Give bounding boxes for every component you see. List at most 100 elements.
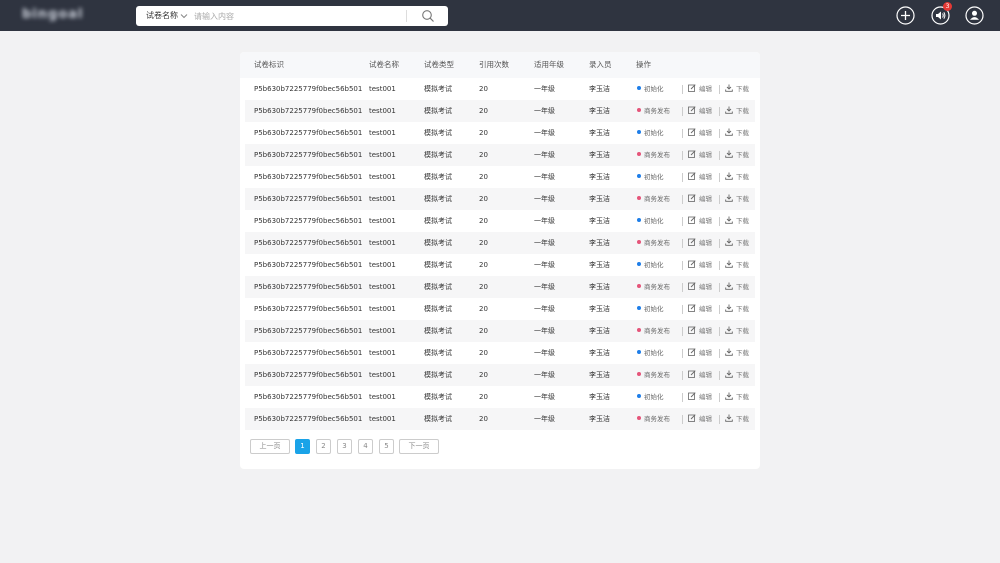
next-page-button[interactable]: 下一页 [399,439,439,454]
cell-exam-id: P5b630b7225779f0bec56b501 [254,217,363,225]
status-dot [637,284,641,288]
download-button[interactable]: 下载 [725,166,749,188]
action-divider [719,85,720,94]
edit-button[interactable]: 编辑 [688,364,712,386]
top-bar: bingoal 试卷名称 3 [0,0,1000,31]
edit-button[interactable]: 编辑 [688,276,712,298]
edit-button[interactable]: 编辑 [688,188,712,210]
edit-button[interactable]: 编辑 [688,78,712,100]
status-label: 初始化 [644,305,664,313]
add-button[interactable] [896,6,915,25]
action-divider [719,261,720,270]
status-badge: 初始化 [637,122,664,144]
status-dot [637,218,641,222]
download-icon [725,194,733,202]
download-button[interactable]: 下载 [725,254,749,276]
download-icon [725,260,733,268]
download-button[interactable]: 下载 [725,408,749,430]
status-dot [637,196,641,200]
table-row: P5b630b7225779f0bec56b501 test001 模拟考试 20 一年… [245,320,755,342]
download-icon [725,304,733,312]
action-divider [682,107,683,116]
action-divider [682,393,683,402]
page-button-1[interactable]: 1 [295,439,310,454]
download-button[interactable]: 下载 [725,122,749,144]
status-label: 商务发布 [644,239,670,247]
status-badge: 商务发布 [637,364,670,386]
cell-grade: 一年级 [534,85,555,93]
action-divider [719,349,720,358]
edit-button[interactable]: 编辑 [688,386,712,408]
action-divider [719,327,720,336]
action-divider [682,283,683,292]
download-icon [725,84,733,92]
action-divider [719,283,720,292]
download-button[interactable]: 下载 [725,386,749,408]
edit-icon [688,282,696,290]
download-icon [725,150,733,158]
download-button[interactable]: 下载 [725,298,749,320]
page-button-4[interactable]: 4 [358,439,373,454]
edit-button[interactable]: 编辑 [688,232,712,254]
notifications-button[interactable]: 3 [931,2,952,25]
edit-label: 编辑 [699,129,712,137]
cell-author: 李玉洁 [589,327,610,335]
cell-exam-name: test001 [369,239,396,247]
edit-button[interactable]: 编辑 [688,320,712,342]
download-button[interactable]: 下载 [725,232,749,254]
cell-exam-name: test001 [369,327,396,335]
download-label: 下载 [736,327,749,335]
download-button[interactable]: 下载 [725,320,749,342]
action-divider [682,305,683,314]
download-button[interactable]: 下载 [725,276,749,298]
user-button[interactable] [965,6,984,25]
edit-button[interactable]: 编辑 [688,100,712,122]
edit-button[interactable]: 编辑 [688,166,712,188]
cell-exam-type: 模拟考试 [424,129,452,137]
action-divider [719,217,720,226]
edit-button[interactable]: 编辑 [688,342,712,364]
table-row: P5b630b7225779f0bec56b501 test001 模拟考试 20 一年… [245,122,755,144]
cell-exam-name: test001 [369,349,396,357]
cell-ref-count: 20 [479,393,488,401]
col-author: 录入员 [589,60,612,69]
cell-ref-count: 20 [479,195,488,203]
download-button[interactable]: 下载 [725,144,749,166]
action-divider [682,371,683,380]
page-button-3[interactable]: 3 [337,439,352,454]
action-divider [719,195,720,204]
prev-page-button[interactable]: 上一页 [250,439,290,454]
download-icon [725,326,733,334]
table-row: P5b630b7225779f0bec56b501 test001 模拟考试 20 一年… [245,386,755,408]
cell-exam-type: 模拟考试 [424,371,452,379]
page-button-5[interactable]: 5 [379,439,394,454]
edit-label: 编辑 [699,283,712,291]
edit-button[interactable]: 编辑 [688,210,712,232]
edit-button[interactable]: 编辑 [688,144,712,166]
chevron-down-icon[interactable] [179,11,189,21]
search-category-select[interactable]: 试卷名称 [146,6,178,26]
table-row: P5b630b7225779f0bec56b501 test001 模拟考试 20 一年… [245,298,755,320]
edit-button[interactable]: 编辑 [688,122,712,144]
cell-ref-count: 20 [479,261,488,269]
action-divider [682,415,683,424]
download-button[interactable]: 下载 [725,100,749,122]
download-button[interactable]: 下载 [725,342,749,364]
page-button-2[interactable]: 2 [316,439,331,454]
action-divider [682,349,683,358]
edit-icon [688,194,696,202]
edit-button[interactable]: 编辑 [688,254,712,276]
download-button[interactable]: 下载 [725,364,749,386]
edit-button[interactable]: 编辑 [688,408,712,430]
download-button[interactable]: 下载 [725,188,749,210]
col-grade: 适用年级 [534,60,564,69]
table-row: P5b630b7225779f0bec56b501 test001 模拟考试 20 一年… [245,232,755,254]
action-divider [682,239,683,248]
table-row: P5b630b7225779f0bec56b501 test001 模拟考试 20 一年… [245,276,755,298]
edit-button[interactable]: 编辑 [688,298,712,320]
download-button[interactable]: 下载 [725,210,749,232]
search-icon[interactable] [421,9,435,23]
download-button[interactable]: 下载 [725,78,749,100]
download-icon [725,392,733,400]
cell-exam-type: 模拟考试 [424,85,452,93]
